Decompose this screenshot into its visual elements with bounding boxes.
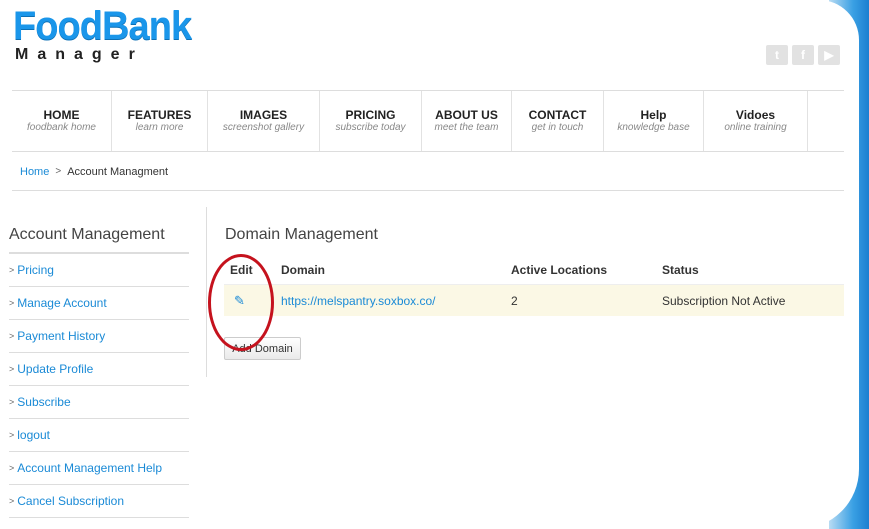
nav-subtitle: get in touch bbox=[531, 122, 584, 133]
column-header-locations: Active Locations bbox=[511, 263, 608, 277]
sidebar-item-manage-account[interactable]: > Manage Account bbox=[9, 287, 189, 320]
sidebar-item-label: Update Profile bbox=[17, 362, 94, 376]
nav-item-images[interactable]: IMAGES screenshot gallery bbox=[208, 91, 320, 151]
nav-item-home[interactable]: HOME foodbank home bbox=[12, 91, 112, 151]
nav-item-contact[interactable]: CONTACT get in touch bbox=[512, 91, 604, 151]
active-locations-value: 2 bbox=[511, 293, 518, 308]
sidebar-item-pricing[interactable]: > Pricing bbox=[9, 254, 189, 287]
nav-subtitle: online training bbox=[724, 122, 787, 133]
domain-link[interactable]: https://melspantry.soxbox.co/ bbox=[272, 294, 510, 308]
facebook-icon[interactable]: f bbox=[792, 45, 814, 65]
chevron-right-icon: > bbox=[9, 265, 15, 275]
nav-item-about-us[interactable]: ABOUT US meet the team bbox=[422, 91, 512, 151]
domain-table: Edit Domain Active Locations Status ✎ ht… bbox=[224, 256, 844, 316]
sidebar-item-label: Cancel Subscription bbox=[17, 494, 124, 508]
breadcrumb-current: Account Managment bbox=[67, 165, 169, 178]
nav-title: HOME bbox=[43, 108, 80, 122]
nav-title: Vidoes bbox=[735, 108, 776, 122]
breadcrumb: Home > Account Managment bbox=[12, 153, 844, 191]
highlight-circle-annotation bbox=[208, 254, 274, 351]
sidebar-item-cancel-subscription[interactable]: > Cancel Subscription bbox=[9, 485, 189, 518]
sidebar-item-account-help[interactable]: > Account Management Help bbox=[9, 452, 189, 485]
content-divider bbox=[206, 207, 207, 377]
chevron-right-icon: > bbox=[9, 430, 15, 440]
social-links: t f ▶ bbox=[766, 45, 840, 65]
breadcrumb-home-link[interactable]: Home bbox=[20, 166, 49, 178]
chevron-right-icon: > bbox=[9, 397, 15, 407]
sidebar-item-label: Account Management Help bbox=[17, 461, 163, 475]
nav-subtitle: screenshot gallery bbox=[222, 122, 305, 133]
sidebar-item-label: Subscribe bbox=[17, 395, 71, 409]
youtube-icon[interactable]: ▶ bbox=[818, 45, 840, 65]
sidebar-item-logout[interactable]: > logout bbox=[9, 419, 189, 452]
sidebar-item-update-profile[interactable]: > Update Profile bbox=[9, 353, 189, 386]
nav-item-pricing[interactable]: PRICING subscribe today bbox=[320, 91, 422, 151]
chevron-right-icon: > bbox=[9, 364, 15, 374]
page-title: Domain Management bbox=[225, 226, 378, 243]
nav-title: CONTACT bbox=[528, 108, 587, 122]
column-header-domain: Domain bbox=[281, 263, 326, 277]
logo-sub-text: Manager bbox=[15, 46, 144, 63]
twitter-icon[interactable]: t bbox=[766, 45, 788, 65]
nav-subtitle: foodbank home bbox=[27, 122, 96, 133]
table-row: ✎ https://melspantry.soxbox.co/ 2 Subscr… bbox=[224, 284, 844, 316]
nav-title: Help bbox=[640, 108, 667, 122]
nav-item-help[interactable]: Help knowledge base bbox=[604, 91, 704, 151]
sidebar: Account Management > Pricing > Manage Ac… bbox=[9, 226, 189, 518]
nav-item-videos[interactable]: Vidoes online training bbox=[704, 91, 808, 151]
status-value: Subscription Not Active bbox=[662, 293, 786, 308]
nav-title: ABOUT US bbox=[435, 108, 498, 122]
sidebar-item-label: Pricing bbox=[17, 263, 54, 277]
nav-title: PRICING bbox=[345, 108, 396, 122]
nav-subtitle: learn more bbox=[135, 122, 184, 133]
chevron-right-icon: > bbox=[9, 331, 15, 341]
sidebar-item-label: logout bbox=[17, 428, 50, 442]
sidebar-item-label: Payment History bbox=[17, 329, 106, 343]
chevron-right-icon: > bbox=[9, 496, 15, 506]
sidebar-item-label: Manage Account bbox=[17, 296, 107, 310]
nav-title: IMAGES bbox=[239, 108, 288, 122]
nav-subtitle: knowledge base bbox=[617, 122, 690, 133]
site-logo[interactable]: FoodBank Manager bbox=[13, 6, 193, 68]
chevron-right-icon: > bbox=[9, 463, 15, 473]
main-navigation: HOME foodbank home FEATURES learn more I… bbox=[12, 90, 844, 152]
logo-main-text: FoodBank bbox=[13, 4, 192, 48]
sidebar-item-subscribe[interactable]: > Subscribe bbox=[9, 386, 189, 419]
breadcrumb-separator: > bbox=[55, 166, 62, 177]
nav-item-features[interactable]: FEATURES learn more bbox=[112, 91, 208, 151]
nav-subtitle: meet the team bbox=[434, 122, 499, 133]
nav-subtitle: subscribe today bbox=[335, 122, 406, 133]
chevron-right-icon: > bbox=[9, 298, 15, 308]
table-header: Edit Domain Active Locations Status bbox=[224, 256, 844, 284]
sidebar-item-payment-history[interactable]: > Payment History bbox=[9, 320, 189, 353]
sidebar-title: Account Management bbox=[9, 226, 189, 254]
column-header-status: Status bbox=[662, 263, 699, 277]
nav-title: FEATURES bbox=[127, 108, 192, 122]
